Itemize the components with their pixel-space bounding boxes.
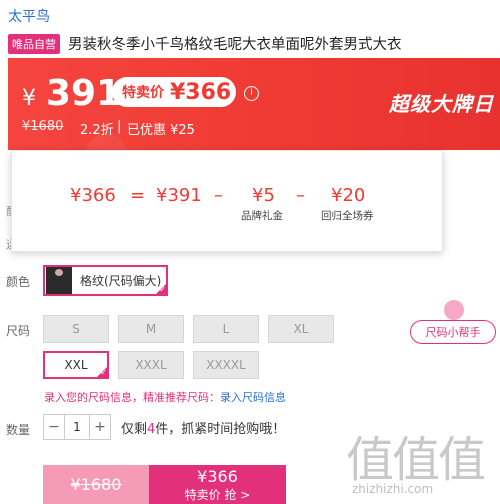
breakdown-base: ¥391: [156, 185, 202, 206]
equals-sign: =: [130, 185, 146, 206]
currency-symbol: ¥: [22, 86, 36, 111]
increment-button[interactable]: +: [90, 415, 110, 439]
color-option-label: 格纹(尺码偏大): [80, 274, 162, 288]
special-price-pill: 特卖价 ¥366: [112, 77, 236, 107]
check-icon: ✓: [100, 368, 107, 377]
color-option-plaid[interactable]: 格纹(尺码偏大) ✓: [43, 265, 168, 296]
brand-gift-label: 品牌礼金: [241, 210, 283, 222]
color-thumbnail: [46, 267, 72, 294]
measure-link[interactable]: 录入尺码信息: [220, 391, 286, 404]
decrement-button[interactable]: −: [44, 415, 64, 439]
return-coupon-amount: ¥20: [331, 185, 366, 206]
stock-notice: 仅剩4件，抓紧时间抢购哦！: [121, 418, 285, 437]
quantity-stepper: − 1 +: [43, 414, 111, 440]
info-icon[interactable]: i: [244, 86, 259, 101]
stock-prefix: 仅剩: [121, 422, 148, 437]
size-label: 尺码: [6, 324, 31, 338]
buy-price: ¥366: [197, 467, 238, 486]
brand-name[interactable]: 太平鸟: [8, 6, 50, 26]
minus-sign: –: [214, 185, 223, 206]
campaign-title: 超级大牌日: [389, 92, 494, 116]
discount-rate: 2.2折: [80, 123, 114, 138]
special-price-label: 特卖价: [122, 85, 164, 101]
quantity-label: 数量: [6, 423, 31, 437]
original-price-button[interactable]: ¥1680: [43, 465, 149, 504]
mascot-icon: [444, 300, 464, 320]
check-icon: ✓: [159, 285, 166, 294]
watermark: 值值值 zhizhizhi.com: [346, 420, 500, 504]
measure-prompt: 录入您的尺码信息，精准推荐尺码：录入尺码信息: [44, 389, 286, 405]
price-breakdown-popup: ¥366 = ¥391 – ¥5 品牌礼金 – ¥20 回归全场券: [11, 150, 443, 252]
color-label: 颜色: [6, 275, 31, 289]
brand-gift-amount: ¥5: [252, 185, 275, 206]
size-option-xl[interactable]: XL: [268, 315, 334, 343]
watermark-glyphs: 值值值: [346, 432, 486, 488]
measure-prompt-text: 录入您的尺码信息，精准推荐尺码：: [44, 391, 220, 404]
return-coupon-label: 回归全场券: [321, 210, 374, 222]
size-option-xxxl[interactable]: XXXL: [118, 351, 184, 379]
quantity-value[interactable]: 1: [64, 415, 90, 439]
saved-amount: 已优惠 ¥25: [127, 123, 195, 138]
special-price-value: ¥366: [170, 79, 232, 105]
buy-label: 特卖价 抢 >: [184, 488, 251, 502]
price-banner: ¥ 391 特卖价 ¥366 i ¥1680 2.2折 | 已优惠 ¥25 超级…: [8, 58, 500, 150]
size-option-xxl[interactable]: XXL ✓: [43, 351, 109, 379]
separator: |: [117, 119, 122, 134]
minus-sign-2: –: [296, 185, 305, 206]
size-option-l[interactable]: L: [193, 315, 259, 343]
size-option-xxl-label: XXL: [64, 358, 88, 372]
breakdown-total: ¥366: [70, 185, 116, 206]
size-option-xxxxl[interactable]: XXXXL: [193, 351, 259, 379]
product-title: 男装秋冬季小千鸟格纹毛呢大衣单面呢外套男式大衣: [68, 37, 402, 53]
size-option-m[interactable]: M: [118, 315, 184, 343]
original-price: ¥1680: [22, 119, 64, 134]
size-helper-button[interactable]: 尺码小帮手: [410, 320, 496, 344]
product-title-row: 唯品自营 男装秋冬季小千鸟格纹毛呢大衣单面呢外套男式大衣: [8, 33, 402, 54]
buy-now-button[interactable]: ¥366 特卖价 抢 >: [149, 465, 286, 504]
size-option-s[interactable]: S: [43, 315, 109, 343]
stock-suffix: 件，抓紧时间抢购哦！: [155, 422, 286, 437]
banner-price: 391: [46, 73, 122, 114]
watermark-url: zhizhizhi.com: [352, 482, 434, 496]
self-operated-badge: 唯品自营: [8, 33, 60, 54]
